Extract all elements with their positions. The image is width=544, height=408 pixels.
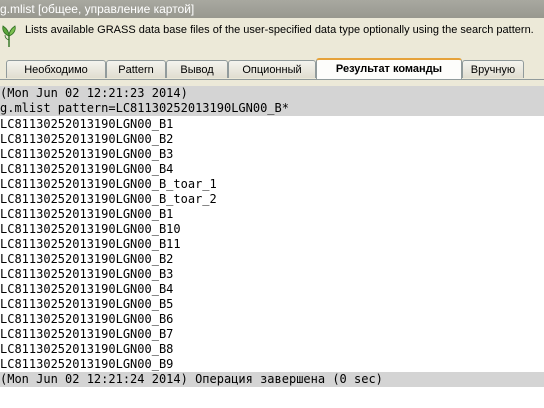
- tab-label: Вручную: [470, 64, 516, 76]
- window-title: g.mlist [общее, управление картой]: [0, 2, 195, 16]
- result-line: LC81130252013190LGN00_B7: [0, 327, 174, 341]
- result-line: LC81130252013190LGN00_B1: [0, 207, 174, 221]
- result-line: LC81130252013190LGN00_B9: [0, 357, 174, 371]
- tab-required[interactable]: Необходимо: [6, 60, 106, 78]
- tab-divider: [0, 79, 544, 80]
- result-line: LC81130252013190LGN00_B10: [0, 222, 181, 236]
- result-line: LC81130252013190LGN00_B6: [0, 312, 174, 326]
- result-line: LC81130252013190LGN00_B8: [0, 342, 174, 356]
- tab-label: Вывод: [180, 64, 214, 76]
- result-line: LC81130252013190LGN00_B3: [0, 147, 174, 161]
- tab-label: Результат команды: [335, 63, 443, 75]
- command-output-console[interactable]: (Mon Jun 02 12:21:23 2014) g.mlist patte…: [0, 86, 544, 408]
- result-line: LC81130252013190LGN00_B_toar_1: [0, 177, 217, 191]
- tab-label: Pattern: [118, 64, 154, 76]
- status-line: (Mon Jun 02 12:21:24 2014) Операция заве…: [0, 372, 544, 387]
- grass-leaf-icon: [0, 22, 18, 48]
- result-line: LC81130252013190LGN00_B3: [0, 267, 174, 281]
- start-time-line: (Mon Jun 02 12:21:23 2014): [0, 86, 544, 101]
- tab-label: Необходимо: [24, 64, 88, 76]
- tab-optional[interactable]: Опционный: [228, 60, 316, 78]
- result-line: LC81130252013190LGN00_B2: [0, 252, 174, 266]
- window-titlebar[interactable]: g.mlist [общее, управление картой]: [0, 0, 544, 18]
- tab-output[interactable]: Вывод: [166, 60, 228, 78]
- module-info-bar: Lists available GRASS data base files of…: [0, 18, 544, 54]
- tab-pattern[interactable]: Pattern: [106, 60, 166, 78]
- result-line: LC81130252013190LGN00_B2: [0, 132, 174, 146]
- result-line: LC81130252013190LGN00_B5: [0, 297, 174, 311]
- result-line: LC81130252013190LGN00_B_toar_2: [0, 192, 217, 206]
- result-line: LC81130252013190LGN00_B11: [0, 237, 181, 251]
- tab-strip: Необходимо Pattern Вывод Опционный Резул…: [0, 58, 544, 80]
- tab-label: Опционный: [242, 64, 302, 76]
- tab-command-output[interactable]: Результат команды: [316, 58, 462, 80]
- result-line: LC81130252013190LGN00_B4: [0, 162, 174, 176]
- command-line: g.mlist pattern=LC81130252013190LGN00_B*: [0, 101, 544, 116]
- result-line: LC81130252013190LGN00_B1: [0, 117, 174, 131]
- tab-manual[interactable]: Вручную: [462, 60, 524, 78]
- module-description: Lists available GRASS data base files of…: [25, 24, 534, 36]
- result-line: LC81130252013190LGN00_B4: [0, 282, 174, 296]
